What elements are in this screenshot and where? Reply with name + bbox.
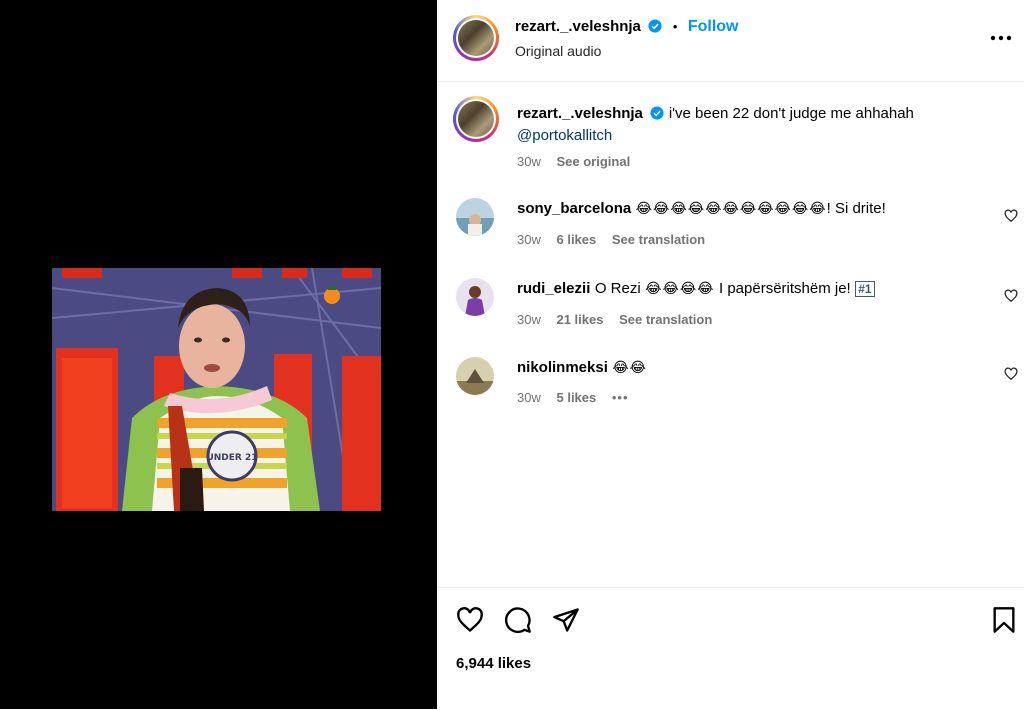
- comment-likes[interactable]: 5 likes: [556, 390, 596, 405]
- comment-emojis: 😂😂😂😂😂😂😂😂😂😂😂: [635, 201, 827, 217]
- comment-like-icon[interactable]: [1004, 289, 1018, 303]
- comment-likes[interactable]: 6 likes: [556, 232, 596, 247]
- comment-meta: 30w 21 likes See translation: [517, 312, 724, 327]
- comment-avatar[interactable]: [456, 198, 494, 236]
- comment-username[interactable]: sony_barcelona: [517, 200, 631, 217]
- caption-text: i've been 22 don't judge me ahhahah: [668, 105, 914, 122]
- post-actions: 6,944 likes: [437, 587, 1024, 710]
- comment-emojis: 😂😂: [612, 360, 648, 376]
- post-header: rezart._.veleshnja • Follow Original aud…: [437, 0, 1024, 82]
- comment-like-icon[interactable]: [1004, 209, 1018, 223]
- caption-mention[interactable]: @portokallitch: [517, 127, 612, 144]
- see-translation-link[interactable]: See translation: [619, 312, 712, 327]
- likes-count[interactable]: 6,944 likes: [456, 655, 531, 672]
- comment-username[interactable]: rudi_elezii: [517, 280, 590, 297]
- comment-emojis: 😂😂😂😂: [645, 281, 715, 297]
- comment-time[interactable]: 30w: [517, 390, 541, 405]
- comment-meta: 30w 5 likes •••: [517, 390, 641, 405]
- share-icon[interactable]: [552, 606, 580, 634]
- comment-like-icon[interactable]: [1004, 367, 1018, 381]
- comment-username[interactable]: nikolinmeksi: [517, 359, 608, 376]
- comment-time[interactable]: 30w: [517, 312, 541, 327]
- media-panel: UNDER 21: [0, 0, 437, 709]
- comment-icon[interactable]: [504, 606, 532, 634]
- caption-avatar[interactable]: [453, 96, 499, 142]
- comment-avatar[interactable]: [456, 278, 494, 316]
- author-username[interactable]: rezart._.veleshnja: [515, 18, 641, 35]
- comment-text: O Rezi: [594, 280, 641, 297]
- header-separator: •: [672, 19, 678, 34]
- number-one-badge: #1: [855, 281, 875, 297]
- comment-avatar[interactable]: [456, 357, 494, 395]
- comment-text-2: I papërsëritshëm je!: [719, 280, 851, 297]
- comment-likes[interactable]: 21 likes: [556, 312, 603, 327]
- heart-icon[interactable]: [456, 606, 484, 634]
- comment-time[interactable]: 30w: [517, 232, 541, 247]
- see-translation-link[interactable]: See translation: [612, 232, 705, 247]
- author-avatar[interactable]: [453, 15, 499, 61]
- video-player[interactable]: UNDER 21: [52, 268, 381, 511]
- caption-time[interactable]: 30w: [517, 154, 541, 169]
- comment-text: ! Si drite!: [826, 200, 886, 217]
- comment-body: nikolinmeksi 😂😂: [517, 359, 647, 377]
- caption: rezart._.veleshnja i've been 22 don't ju…: [517, 103, 987, 147]
- bookmark-icon[interactable]: [991, 606, 1017, 634]
- see-original-link[interactable]: See original: [556, 154, 630, 169]
- caption-username[interactable]: rezart._.veleshnja: [517, 105, 643, 122]
- more-icon[interactable]: [990, 35, 1012, 41]
- comment-more-icon[interactable]: •••: [612, 390, 629, 405]
- verified-icon: [648, 19, 662, 33]
- caption-meta: 30w See original: [517, 154, 642, 169]
- comment-meta: 30w 6 likes See translation: [517, 232, 717, 247]
- verified-icon: [650, 106, 664, 120]
- post-panel: rezart._.veleshnja • Follow Original aud…: [437, 0, 1024, 709]
- comment-body: sony_barcelona 😂😂😂😂😂😂😂😂😂😂😂! Si drite!: [517, 200, 886, 218]
- audio-label[interactable]: Original audio: [515, 43, 601, 59]
- video-frame: UNDER 21: [52, 268, 381, 511]
- comment-body: rudi_elezii O Rezi 😂😂😂😂 I papërsëritshëm…: [517, 280, 875, 298]
- shirt-logo: UNDER 21: [206, 453, 257, 463]
- follow-button[interactable]: Follow: [688, 18, 739, 35]
